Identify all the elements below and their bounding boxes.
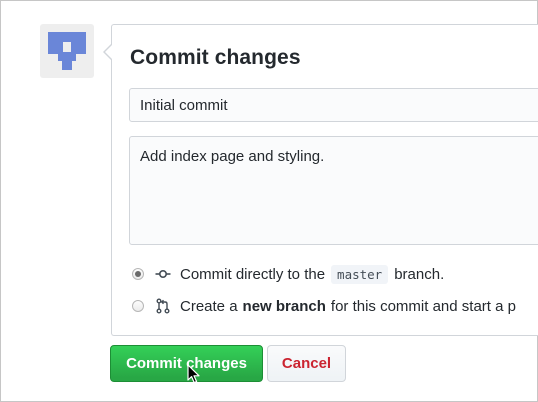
option-commit-directly-text-after: branch. [394, 265, 445, 283]
avatar[interactable] [40, 24, 94, 78]
radio-commit-directly[interactable] [132, 268, 144, 280]
option-new-branch-text-after: for this commit and start a p [330, 297, 516, 315]
option-commit-directly[interactable]: Commit directly to the master branch. [132, 263, 444, 285]
git-pull-request-icon [155, 298, 171, 314]
radio-new-branch[interactable] [132, 300, 144, 312]
option-new-branch-text: Create a [180, 297, 238, 315]
panel-caret-inner [105, 45, 112, 59]
branch-name-badge: master [331, 264, 389, 284]
identicon-icon [48, 32, 86, 70]
option-commit-directly-text: Commit directly to the [180, 265, 326, 283]
commit-description-textarea[interactable]: Add index page and styling. [129, 136, 538, 245]
form-title: Commit changes [130, 46, 301, 69]
mouse-cursor-icon [187, 364, 201, 389]
cancel-button[interactable]: Cancel [267, 345, 346, 382]
option-new-branch[interactable]: Create a new branch for this commit and … [132, 295, 516, 317]
commit-summary-input[interactable]: Initial commit [129, 88, 538, 122]
option-new-branch-bold: new branch [242, 297, 326, 315]
git-commit-icon [155, 266, 171, 282]
